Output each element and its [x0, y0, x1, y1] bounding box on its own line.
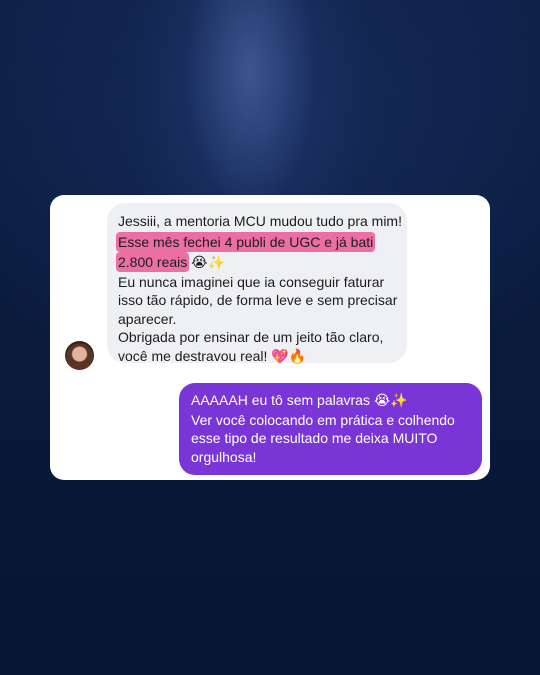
chat-card: Jessiii, a mentoria MCU mudou tudo pra m…: [50, 195, 490, 480]
message-line-highlighted: Esse mês fechei 4 publi de UGC e já bati: [118, 233, 397, 252]
message-line: você me destravou real! 💖🔥: [118, 347, 397, 367]
message-line: Obrigada por ensinar de um jeito tão cla…: [118, 329, 384, 345]
message-line: orgulhosa!: [191, 448, 257, 465]
crying-sparkles-emoji-icon: 😭✨: [373, 393, 408, 409]
outgoing-message-bubble[interactable]: AAAAAH eu tô sem palavras 😭✨ Ver você co…: [179, 383, 482, 475]
message-line: Ver você colocando em prática e colhendo: [191, 411, 455, 428]
message-line: AAAAAH eu tô sem palavras 😭✨: [191, 391, 474, 411]
message-line: esse tipo de resultado me deixa MUITO: [191, 430, 438, 446]
crying-sparkles-emoji-icon: 😭✨: [191, 255, 225, 271]
message-text: AAAAAH eu tô sem palavras: [191, 392, 370, 408]
message-text: você me destravou real!: [118, 347, 268, 364]
message-line: Jessiii, a mentoria MCU mudou tudo pra m…: [118, 213, 402, 229]
message-line-highlighted: 2.800 reais 😭✨: [118, 253, 397, 273]
heart-fire-emoji-icon: 💖🔥: [271, 348, 307, 365]
highlight-marker: Esse mês fechei 4 publi de UGC e já bati: [118, 233, 374, 250]
message-line: Eu nunca imaginei que ia conseguir fatur…: [118, 273, 385, 290]
message-line: isso tão rápido, de forma leve e sem pre…: [118, 292, 398, 308]
avatar[interactable]: [65, 341, 94, 370]
incoming-message-bubble[interactable]: Jessiii, a mentoria MCU mudou tudo pra m…: [107, 203, 407, 365]
highlight-marker: 2.800 reais: [118, 254, 188, 270]
message-line: aparecer.: [118, 310, 177, 327]
